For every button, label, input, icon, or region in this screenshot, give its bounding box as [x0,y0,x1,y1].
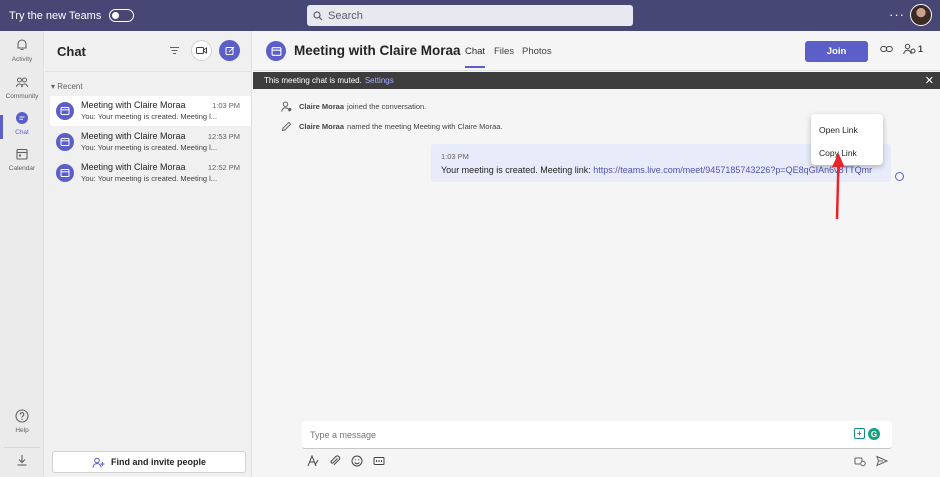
video-camera-icon [196,47,207,54]
download-icon [17,454,27,466]
rail-item-help[interactable]: Help [0,409,44,434]
chat-icon [16,112,28,124]
join-button[interactable]: Join [805,41,868,62]
search-box[interactable]: Search [307,5,633,26]
meeting-calendar-icon [56,102,74,120]
rail-item-chat[interactable]: Chat [0,111,44,139]
try-new-teams-toggle[interactable] [109,9,135,22]
meeting-calendar-icon [56,133,74,151]
chat-item-name: Meeting with Claire Moraa [81,131,186,141]
muted-text: This meeting chat is muted. [264,76,362,85]
message-input[interactable] [310,430,810,440]
message-body: Your meeting is created. Meeting link: [441,165,591,175]
chat-item-time: 12:53 PM [207,132,240,141]
search-placeholder: Search [328,9,363,22]
find-invite-people-button[interactable]: Find and invite people [52,451,246,473]
bell-icon [17,39,27,51]
rail-item-activity[interactable]: Activity [0,38,44,63]
send-icon[interactable] [876,455,888,467]
top-bar: Try the new Teams Search ··· [0,0,940,31]
chat-item-time: 12:52 PM [207,163,240,172]
tab-chat[interactable]: Chat [465,46,486,68]
chat-list-item[interactable]: Meeting with Claire Moraa 1:03 PM You: Y… [50,96,251,126]
recent-section-label: ▾ Recent [51,82,83,91]
participants-count: 1 [918,44,924,54]
chat-list-item[interactable]: Meeting with Claire Moraa 12:52 PM You: … [50,158,251,188]
muted-banner: This meeting chat is muted. Settings ✕ [253,72,940,89]
settings-link[interactable]: Settings [365,76,394,85]
message-time: 1:03 PM [441,152,469,161]
pane-title: Chat [57,44,86,59]
extension-add-icon[interactable]: + [854,428,865,439]
conversation-title: Meeting with Claire Moraa [294,43,461,58]
chat-item-preview: You: Your meeting is created. Meeting l.… [81,174,218,183]
system-message: Claire Moraa joined the conversation. [281,101,426,112]
chat-item-name: Meeting with Claire Moraa [81,162,186,172]
conversation-pane: Meeting with Claire Moraa Chat Files Pho… [253,31,940,477]
chat-item-preview: You: Your meeting is created. Meeting l.… [81,143,218,152]
system-message-text: joined the conversation. [347,102,427,111]
system-message-name: Claire Moraa [299,102,345,111]
tab-files[interactable]: Files [494,46,514,57]
rail-label: Help [15,427,29,434]
menu-item-open-link[interactable]: Open Link [819,125,858,135]
compose-icon [225,46,234,55]
add-people-icon [92,457,105,468]
tab-photos[interactable]: Photos [522,46,552,57]
chat-item-preview: You: Your meeting is created. Meeting l.… [81,112,218,121]
help-icon [15,409,29,423]
user-avatar[interactable] [910,4,932,26]
chat-list-pane: Chat ▾ Recent Meeting with Claire Moraa … [45,31,252,477]
compose-toolbar [307,455,385,467]
chat-list-item[interactable]: Meeting with Claire Moraa 12:53 PM You: … [50,127,251,157]
meeting-calendar-icon [56,164,74,182]
emoji-icon[interactable] [351,455,363,467]
rail-item-community[interactable]: Community [0,75,44,100]
participants-button[interactable]: 1 [903,43,923,55]
people-icon [903,43,916,55]
app-rail: Activity Community Chat Calendar Help [0,31,44,477]
system-message-text: named the meeting Meeting with Claire Mo… [347,122,503,131]
download-button[interactable] [4,447,40,471]
chat-item-time: 1:03 PM [212,101,240,110]
annotation-arrow [832,153,845,220]
new-chat-button[interactable] [219,40,240,61]
message-text: Your meeting is created. Meeting link: h… [441,165,883,175]
pencil-icon [281,121,292,132]
compose-box[interactable]: + G [302,421,892,449]
grammar-extension-icon[interactable]: G [868,428,880,440]
rail-label: Chat [15,129,29,136]
gif-icon[interactable] [373,455,385,467]
rail-label: Community [5,93,39,100]
meet-now-button[interactable] [191,40,212,61]
try-new-teams-label: Try the new Teams [9,9,102,22]
link-icon[interactable] [880,44,893,54]
calendar-icon [16,148,28,160]
more-options-icon[interactable]: ··· [889,7,905,22]
search-icon [313,10,323,20]
rail-label: Calendar [8,165,36,172]
conversation-header: Meeting with Claire Moraa Chat Files Pho… [253,31,940,71]
composer-extensions: + G [854,428,880,440]
attach-icon[interactable] [329,455,341,467]
rail-label: Activity [11,56,33,63]
send-toolbar [854,455,888,467]
pane-divider [45,71,252,72]
recent-label: Recent [57,82,83,91]
schedule-message-icon[interactable] [854,455,866,467]
filter-icon[interactable] [169,45,180,56]
invite-label: Find and invite people [110,457,206,467]
system-message: Claire Moraa named the meeting Meeting w… [281,121,503,132]
read-receipt-icon [895,172,904,181]
community-icon [16,77,28,88]
link-context-menu: Open Link Copy Link [811,114,883,165]
system-message-name: Claire Moraa [299,122,345,131]
chat-item-name: Meeting with Claire Moraa [81,100,186,110]
close-icon[interactable]: ✕ [925,74,934,87]
person-joined-icon [281,101,292,112]
rail-item-calendar[interactable]: Calendar [0,147,44,172]
meeting-calendar-icon [266,41,286,61]
format-icon[interactable] [307,455,319,467]
